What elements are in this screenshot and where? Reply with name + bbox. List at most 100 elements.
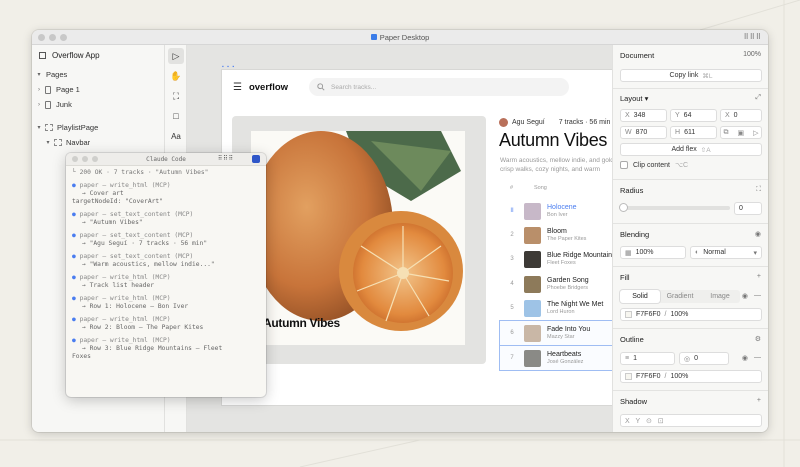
- track-thumbnail: [524, 349, 541, 367]
- remove-fill-icon[interactable]: —: [754, 292, 761, 299]
- clip-content-checkbox[interactable]: [620, 161, 628, 169]
- chevron-down-icon[interactable]: ▾: [35, 124, 43, 131]
- width-field[interactable]: W 870: [620, 126, 667, 139]
- outline-color-field[interactable]: F7F6F0/100%: [620, 370, 762, 383]
- visibility-eye-icon[interactable]: ◉: [755, 230, 761, 238]
- fill-type-tabs[interactable]: Solid Gradient Image: [620, 290, 740, 303]
- outline-eye-icon[interactable]: ◉: [742, 354, 748, 362]
- frame-icon: [54, 139, 62, 146]
- fill-label: Fill: [620, 273, 630, 282]
- constraint-buttons[interactable]: ⧉ ▣ ▷: [720, 126, 762, 139]
- layer-navbar[interactable]: ▾ Navbar: [32, 135, 164, 150]
- search-bar[interactable]: Search tracks...: [309, 78, 569, 96]
- tool-result: → Row 2: Bloom — The Paper Kites: [82, 324, 204, 331]
- radius-field[interactable]: 0: [734, 202, 762, 215]
- track-thumbnail: [524, 299, 541, 317]
- track-thumbnail: [524, 250, 541, 268]
- track-row[interactable]: 4 Garden Song Phoebe Bridgers: [500, 272, 612, 296]
- track-artist: Lord Huron: [547, 309, 575, 315]
- add-flex-button[interactable]: Add flex ⇧A: [620, 143, 762, 156]
- layer-label: Navbar: [66, 138, 91, 147]
- radius-slider-knob[interactable]: [619, 203, 628, 212]
- tab-solid[interactable]: Solid: [620, 290, 660, 303]
- menu-icon[interactable]: ☰: [233, 82, 242, 93]
- hand-tool-icon[interactable]: ✋: [168, 68, 184, 84]
- sidebar-toggle-icon[interactable]: [39, 51, 46, 59]
- layer-page-1[interactable]: › Page 1: [32, 82, 164, 97]
- blend-mode-select[interactable]: ◐ Normal ▾: [690, 246, 762, 259]
- track-title: Bloom: [547, 228, 567, 235]
- y-field[interactable]: Y 64: [670, 109, 717, 122]
- chevron-down-icon[interactable]: ▾: [44, 139, 52, 146]
- header-num: #: [510, 185, 514, 191]
- tab-image[interactable]: Image: [700, 290, 740, 303]
- document-label: Document: [620, 51, 655, 60]
- track-title: The Night We Met: [547, 301, 604, 308]
- track-thumbnail: [524, 324, 541, 342]
- layer-playlistpage[interactable]: ▾ PlaylistPage: [32, 120, 164, 135]
- outline-width-field[interactable]: ≡ 1: [620, 352, 675, 365]
- zoom-level[interactable]: 100%: [743, 51, 761, 58]
- cover-art-card[interactable]: Autumn Vibes: [232, 116, 486, 364]
- track-title: Fade Into You: [547, 326, 591, 333]
- track-thumbnail: [524, 275, 541, 293]
- add-fill-icon[interactable]: +: [757, 273, 761, 280]
- claude-window-controls[interactable]: [72, 156, 98, 162]
- remove-outline-icon[interactable]: —: [754, 354, 761, 361]
- track-row[interactable]: 7 Heartbeats José González: [499, 345, 612, 371]
- clip-content-row[interactable]: Clip content ⌥C: [620, 161, 688, 169]
- layout-label[interactable]: Layout ▾: [620, 94, 648, 103]
- clip-content-shortcut: ⌥C: [674, 162, 689, 169]
- track-row[interactable]: 2 Bloom The Paper Kites: [500, 223, 612, 247]
- x2-field[interactable]: X0: [720, 109, 762, 122]
- chevron-right-icon[interactable]: ›: [35, 87, 43, 93]
- window-controls[interactable]: [38, 34, 67, 41]
- x-field[interactable]: X 348: [620, 109, 667, 122]
- fill-swatch[interactable]: [625, 311, 632, 318]
- corner-icon[interactable]: ⛶: [756, 186, 761, 194]
- tab-gradient[interactable]: Gradient: [660, 290, 700, 303]
- select-tool-icon[interactable]: ▷: [168, 48, 184, 64]
- track-row[interactable]: II Holocene Bon Iver: [500, 199, 612, 223]
- chevron-right-icon[interactable]: ›: [35, 102, 43, 108]
- avatar[interactable]: [499, 118, 508, 127]
- track-row[interactable]: 3 Blue Ridge Mountains Fleet Foxes: [500, 247, 612, 271]
- properties-panel: Document 100% Copy link ⌘L Layout ▾ ⤢ X 34…: [612, 45, 768, 432]
- outline-settings-icon[interactable]: ⚙: [755, 335, 761, 343]
- claude-code-window[interactable]: Claude Code ⠿⠿⠿ └ 200 OK · 7 tracks · "A…: [66, 153, 266, 397]
- track-info: Holocene Bon Iver: [547, 204, 577, 218]
- layer-pages-section[interactable]: ▾ Pages: [32, 67, 164, 82]
- chevron-down-icon[interactable]: ▾: [35, 71, 43, 78]
- frame-tool-icon[interactable]: ⛶: [168, 88, 184, 104]
- add-shadow-icon[interactable]: +: [757, 397, 761, 404]
- fill-eye-icon[interactable]: ◉: [742, 292, 748, 300]
- outline-offset-field[interactable]: ◎ 0: [679, 352, 729, 365]
- text-tool-icon[interactable]: Aa: [168, 128, 184, 144]
- tool-result-extra: targetNodeId: "CoverArt": [72, 198, 163, 205]
- fill-color-field[interactable]: F7F6F0/100%: [620, 308, 762, 321]
- cover-art[interactable]: Autumn Vibes: [251, 131, 465, 345]
- track-artist: Fleet Foxes: [547, 260, 576, 266]
- track-number: 4: [510, 281, 514, 287]
- claude-toolbar-glyphs: ⠿⠿⠿: [217, 155, 234, 162]
- layer-junk[interactable]: › Junk: [32, 97, 164, 112]
- track-thumbnail: [524, 202, 541, 220]
- height-field[interactable]: H 611: [670, 126, 717, 139]
- radius-slider[interactable]: [619, 203, 730, 212]
- search-placeholder: Search tracks...: [331, 83, 377, 91]
- playlist-page-frame[interactable]: ☰ overflow Search tracks... Autumn Vibes…: [222, 70, 612, 405]
- claude-log-entry: ● paper – write_html (MCP) → Row 2: Bloom…: [72, 316, 260, 332]
- outline-swatch[interactable]: [625, 373, 632, 380]
- artist-name[interactable]: Agu Seguí: [512, 119, 545, 126]
- track-row[interactable]: 6 Fade Into You Mazzy Star: [499, 320, 612, 346]
- expand-icon[interactable]: ⤢: [755, 94, 761, 102]
- rectangle-tool-icon[interactable]: □: [168, 108, 184, 124]
- copy-link-button[interactable]: Copy link ⌘L: [620, 69, 762, 82]
- opacity-field[interactable]: ▦ 100%: [620, 246, 686, 259]
- track-row[interactable]: 5 The Night We Met Lord Huron: [500, 296, 612, 320]
- shadow-fields[interactable]: X Y ⊙ ⊡: [620, 414, 762, 427]
- claude-log-entry: ● paper – set_text_content (MCP) → "Autum…: [72, 211, 260, 227]
- brand-logo[interactable]: overflow: [249, 82, 288, 93]
- track-info: The Night We Met Lord Huron: [547, 301, 603, 315]
- app-name-row[interactable]: Overflow App: [32, 45, 164, 65]
